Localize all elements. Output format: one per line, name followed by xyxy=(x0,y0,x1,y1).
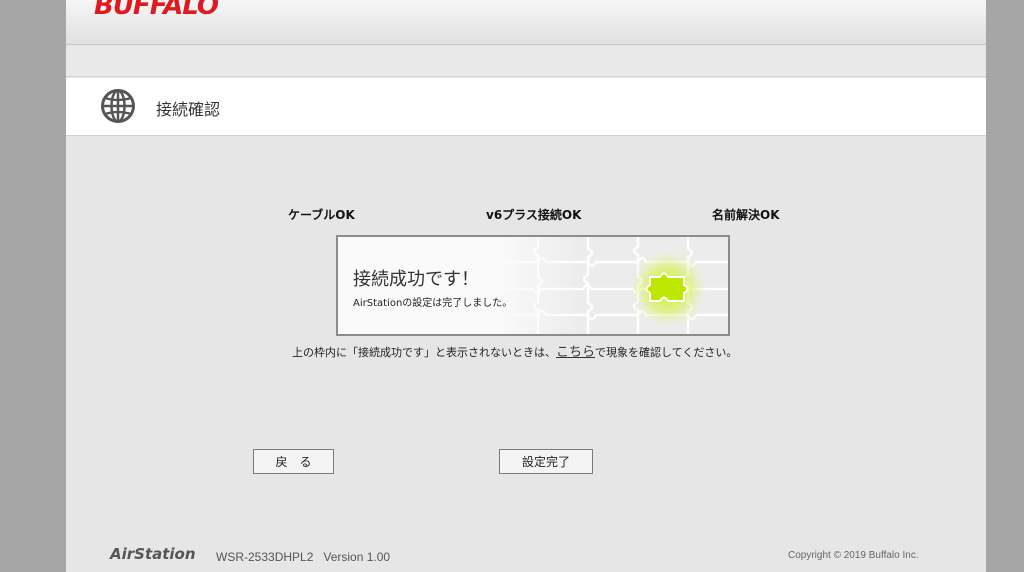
finish-button[interactable]: 設定完了 xyxy=(499,449,593,474)
result-title: 接続成功です！ xyxy=(353,269,479,290)
puzzle-graphic xyxy=(498,237,728,334)
title-bar: 接続確認 xyxy=(66,78,986,136)
help-note-text-end: で現象を確認してください。 xyxy=(595,346,738,359)
result-panel: 接続成功です！ AirStationの設定は完了しました。 xyxy=(336,235,730,336)
help-note-text: 上の枠内に「接続成功です」と表示されないときは、 xyxy=(292,346,556,359)
cable-status: ケーブルOK xyxy=(288,208,355,222)
sub-header xyxy=(66,46,986,77)
model-version: WSR-2533DHPL2 Version 1.00 xyxy=(216,550,391,564)
page-title: 接続確認 xyxy=(156,100,221,119)
help-link[interactable]: こちら xyxy=(556,345,595,360)
router-setup-page: BUFFALO 接続確認 ケーブルOK v6プラス接続OK 名前解決OK 接続成… xyxy=(66,0,986,572)
result-subtitle: AirStationの設定は完了しました。 xyxy=(353,298,513,309)
copyright: Copyright © 2019 Buffalo Inc. xyxy=(788,550,919,561)
top-header: BUFFALO xyxy=(66,0,986,45)
buffalo-logo: BUFFALO xyxy=(94,0,219,21)
back-button[interactable]: 戻 る xyxy=(253,449,334,474)
help-note: 上の枠内に「接続成功です」と表示されないときは、こちらで現象を確認してください。 xyxy=(292,341,737,360)
dns-status: 名前解決OK xyxy=(712,208,780,222)
globe-icon xyxy=(101,89,135,123)
airstation-logo: AirStation xyxy=(110,545,196,563)
v6plus-status: v6プラス接続OK xyxy=(486,208,582,222)
